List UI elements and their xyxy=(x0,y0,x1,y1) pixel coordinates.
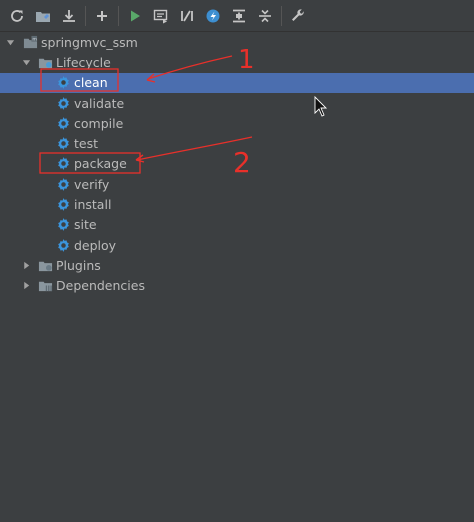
toolbar-separator xyxy=(281,5,282,26)
run-config-icon xyxy=(153,9,168,23)
gear-icon xyxy=(55,237,71,253)
goal-label: install xyxy=(74,197,112,213)
goal-package[interactable]: package xyxy=(0,154,474,174)
gear-icon xyxy=(55,176,71,192)
download-icon xyxy=(63,9,75,22)
tree-node-project[interactable]: m springmvc_ssm xyxy=(0,32,474,52)
goal-label: deploy xyxy=(74,237,117,253)
goal-compile[interactable]: compile xyxy=(0,113,474,133)
goal-install[interactable]: install xyxy=(0,194,474,214)
svg-text:m: m xyxy=(32,37,37,42)
expand-arrow-icon[interactable] xyxy=(20,56,32,68)
tree-node-lifecycle[interactable]: Lifecycle xyxy=(0,52,474,72)
lifecycle-label: Lifecycle xyxy=(56,54,111,70)
goal-label: package xyxy=(74,156,127,172)
goal-clean[interactable]: clean xyxy=(0,72,474,93)
dependencies-folder-icon xyxy=(37,278,53,294)
gear-icon xyxy=(55,75,71,91)
show-dependencies-button[interactable] xyxy=(226,3,252,29)
gear-icon xyxy=(55,156,71,172)
add-icon xyxy=(97,10,107,21)
goal-validate[interactable]: validate xyxy=(0,93,474,113)
plugins-label: Plugins xyxy=(56,257,101,273)
goal-label: validate xyxy=(74,95,125,111)
collapse-all-button[interactable] xyxy=(252,3,278,29)
generate-sources-button[interactable] xyxy=(30,3,56,29)
settings-button[interactable] xyxy=(285,3,311,29)
goal-verify[interactable]: verify xyxy=(0,174,474,194)
dependencies-label: Dependencies xyxy=(56,278,145,294)
show-dependencies-icon xyxy=(233,9,245,22)
goal-label: site xyxy=(74,217,97,233)
maven-toolbar xyxy=(0,0,474,32)
skip-tests-icon xyxy=(206,9,220,22)
reimport-icon xyxy=(11,9,23,22)
goal-deploy[interactable]: deploy xyxy=(0,235,474,255)
toggle-offline-icon xyxy=(181,10,193,21)
lifecycle-folder-icon xyxy=(37,54,53,70)
project-label: springmvc_ssm xyxy=(41,34,138,50)
run-icon xyxy=(131,10,140,21)
collapse-all-icon xyxy=(259,9,271,22)
goal-label: compile xyxy=(74,115,124,131)
toolbar-separator xyxy=(118,5,119,26)
add-button[interactable] xyxy=(89,3,115,29)
toolbar-separator xyxy=(85,5,86,26)
download-button[interactable] xyxy=(56,3,82,29)
expand-arrow-icon[interactable] xyxy=(4,36,16,48)
gear-icon xyxy=(55,115,71,131)
skip-tests-button[interactable] xyxy=(200,3,226,29)
collapsed-arrow-icon[interactable] xyxy=(20,280,32,292)
goal-label: clean xyxy=(74,75,108,91)
maven-project-icon: m xyxy=(22,34,38,50)
collapsed-arrow-icon[interactable] xyxy=(20,259,32,271)
toggle-offline-button[interactable] xyxy=(174,3,200,29)
maven-projects-tree: m springmvc_ssm Lifecycle clean validate… xyxy=(0,32,474,296)
run-button[interactable] xyxy=(122,3,148,29)
plugins-folder-icon xyxy=(37,257,53,273)
goal-test[interactable]: test xyxy=(0,133,474,153)
goal-label: test xyxy=(74,136,99,152)
gear-icon xyxy=(55,136,71,152)
run-config-button[interactable] xyxy=(148,3,174,29)
tree-node-dependencies[interactable]: Dependencies xyxy=(0,276,474,296)
reimport-button[interactable] xyxy=(4,3,30,29)
goal-site[interactable]: site xyxy=(0,215,474,235)
goal-label: verify xyxy=(74,176,110,192)
gear-icon xyxy=(55,217,71,233)
gear-icon xyxy=(55,197,71,213)
tree-node-plugins[interactable]: Plugins xyxy=(0,255,474,275)
settings-wrench-icon xyxy=(292,8,304,21)
generate-sources-icon xyxy=(36,11,50,22)
gear-icon xyxy=(55,95,71,111)
